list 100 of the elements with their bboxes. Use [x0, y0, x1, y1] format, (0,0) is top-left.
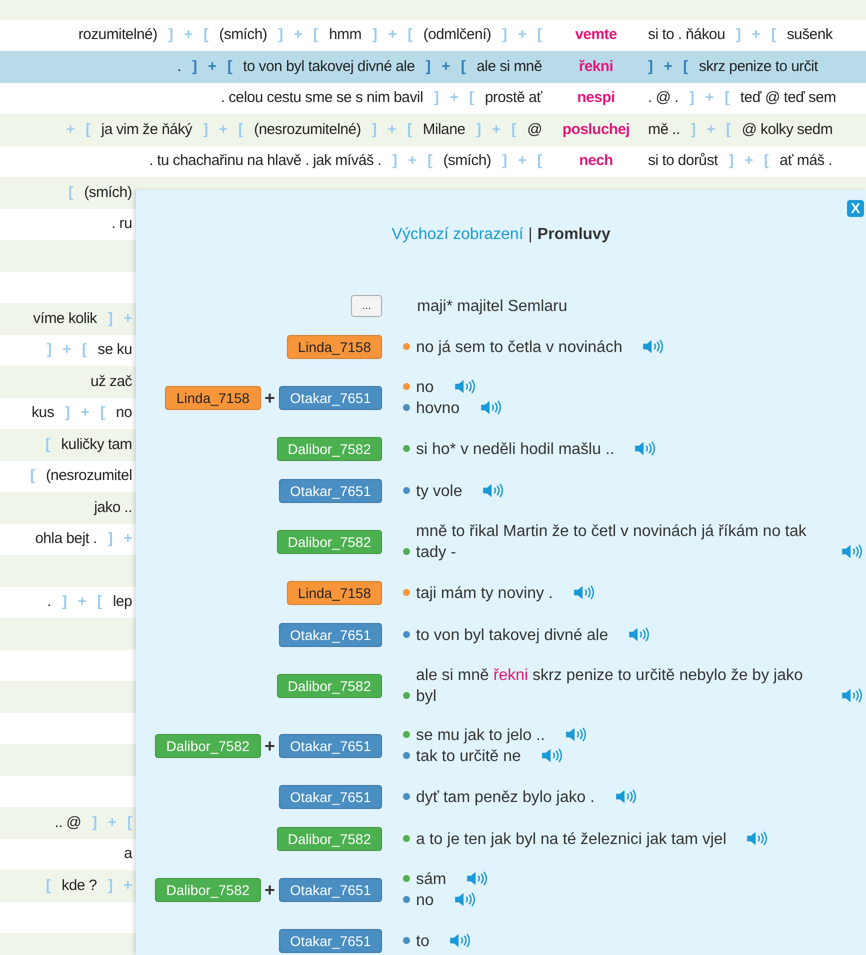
bracket-mark: ] [372, 25, 378, 45]
speaker-badge[interactable]: Otakar_7651 [279, 929, 382, 953]
bracket-mark: ] [108, 529, 113, 549]
context-text: . [47, 592, 51, 612]
speaker-badge[interactable]: Otakar_7651 [279, 479, 382, 503]
bracket-mark: ] [192, 56, 197, 76]
speaker-badge[interactable]: Dalibor_7582 [276, 827, 382, 851]
speaker-icon[interactable] [642, 338, 664, 354]
bracket-mark: ] [46, 340, 52, 360]
speaker-icon[interactable] [628, 626, 650, 642]
plus-mark: + [124, 529, 132, 549]
bracket-mark: ] [108, 308, 113, 328]
utterance-text: dyť tam peněz bylo jako . [416, 788, 595, 808]
bracket-mark: [ [771, 25, 776, 45]
context-text: .. @ [54, 812, 82, 832]
bracket-mark: [ [97, 592, 102, 612]
context-text: (nesrozumitel [46, 466, 132, 486]
more-button[interactable]: ... [351, 295, 382, 317]
speaker-icon[interactable] [614, 788, 636, 804]
plus-mark: + [450, 88, 458, 108]
speaker-icon[interactable] [841, 688, 862, 703]
speaker-badge[interactable]: Linda_7158 [286, 335, 382, 359]
bracket-mark: [ [537, 151, 542, 171]
bracket-mark: ] [736, 25, 741, 45]
context-text: . tu chachařinu na hlavě . jak míváš . [149, 151, 382, 171]
speaker-icon[interactable] [841, 544, 862, 559]
speaker-badge[interactable]: Dalibor_7582 [276, 530, 382, 554]
bracket-mark: [ [30, 466, 35, 486]
speaker-icon[interactable] [466, 871, 488, 886]
plus-mark: + [264, 734, 276, 758]
bracket-mark: ] [203, 120, 208, 140]
bracket-mark: ] [728, 151, 734, 171]
context-text: si to dorůst [648, 151, 718, 171]
speaker-icon[interactable] [482, 482, 504, 498]
plus-mark: + [66, 120, 75, 140]
bracket-mark: [ [238, 120, 243, 140]
speaker-icon[interactable] [634, 440, 656, 456]
plus-mark: + [294, 25, 302, 45]
bracket-mark: [ [203, 25, 208, 45]
speaker-icon[interactable] [454, 379, 475, 394]
utterance-text: taji mám ty noviny . [416, 584, 553, 604]
context-text: skrz penize to určit [698, 56, 818, 76]
context-text: víme kolik [33, 308, 97, 328]
speaker-badge[interactable]: Otakar_7651 [279, 623, 382, 647]
speaker-icon[interactable] [540, 748, 562, 763]
speaker-badge[interactable]: Linda_7158 [286, 581, 382, 605]
bracket-mark: [ [683, 56, 688, 76]
speaker-badge[interactable]: Dalibor_7582 [155, 878, 261, 902]
plus-mark: + [492, 120, 500, 140]
context-text: a [124, 844, 132, 864]
speaker-badge[interactable]: Dalibor_7582 [276, 674, 382, 698]
bracket-mark: ] [372, 120, 377, 140]
speaker-icon[interactable] [746, 830, 768, 846]
utterance-text: no [416, 378, 434, 398]
bracket-mark: ] [65, 403, 70, 423]
context-text: . celou cestu sme se s nim bavil [220, 88, 423, 108]
bracket-mark: ] [108, 876, 113, 896]
utterance-text: mně to řikal Martin že to četl v novinách já říkám no tak tady - [416, 522, 808, 563]
close-button[interactable]: X [847, 200, 864, 217]
speaker-badge[interactable]: Otakar_7651 [279, 878, 382, 902]
keyword-text: posluchej [561, 120, 631, 140]
bracket-mark: ] [502, 151, 507, 171]
speaker-badge[interactable]: Dalibor_7582 [155, 734, 261, 758]
concordance-row[interactable]: . ] + [ to von byl takovej divné ale ] + [ ale si mně řekni ] + [ skrz penize to určit [0, 51, 866, 82]
plus-mark: + [218, 120, 228, 140]
context-text: kus [32, 403, 54, 423]
view-tab[interactable]: Promluvy [537, 223, 610, 247]
view-tab[interactable]: Výchozí zobrazení [392, 223, 524, 247]
speaker-icon[interactable] [449, 932, 470, 948]
speaker-badge[interactable]: Otakar_7651 [279, 734, 382, 758]
utterance-text: maji* majitel Semlaru [417, 296, 568, 316]
context-text: prostě ať [484, 88, 542, 108]
bracket-mark: [ [227, 56, 232, 76]
context-text: (smích) [219, 25, 268, 45]
bracket-mark: ] [168, 25, 173, 45]
speaker-icon[interactable] [572, 584, 594, 600]
keyword-text: nespi [576, 88, 616, 108]
bracket-mark: [ [127, 812, 132, 832]
plus-mark: + [184, 25, 192, 45]
speaker-badge[interactable]: Dalibor_7582 [276, 437, 382, 461]
context-text: hmm [328, 25, 362, 45]
plus-mark: + [264, 878, 276, 902]
speaker-badge[interactable]: Linda_7158 [165, 386, 261, 410]
context-text: mě .. [648, 120, 680, 140]
bracket-mark: ] [648, 56, 653, 76]
context-text: to von byl takovej divné ale [243, 56, 415, 76]
context-text: (nesrozumitelné) [254, 120, 361, 140]
context-text: . [177, 56, 182, 76]
speaker-icon[interactable] [454, 892, 475, 907]
utterance-text: si ho* v neděli hodil mašlu .. [416, 440, 614, 460]
speaker-badge[interactable]: Otakar_7651 [279, 386, 382, 410]
speaker-icon[interactable] [564, 727, 586, 742]
speaker-icon[interactable] [480, 400, 501, 415]
concordance-row[interactable]: + [ ja vim že ňáký ] + [ (nesrozumitelné) ] + [ Milane ] + [ @ posluchej mě .. ] + [ @ kolky sedm [0, 114, 866, 146]
context-text: ohla bejt . [35, 529, 97, 549]
plus-mark: + [78, 592, 86, 612]
bracket-mark: [ [469, 88, 474, 108]
keyword-text: vemte [574, 25, 618, 45]
speaker-badge[interactable]: Otakar_7651 [279, 785, 382, 809]
bracket-mark: [ [68, 182, 74, 202]
